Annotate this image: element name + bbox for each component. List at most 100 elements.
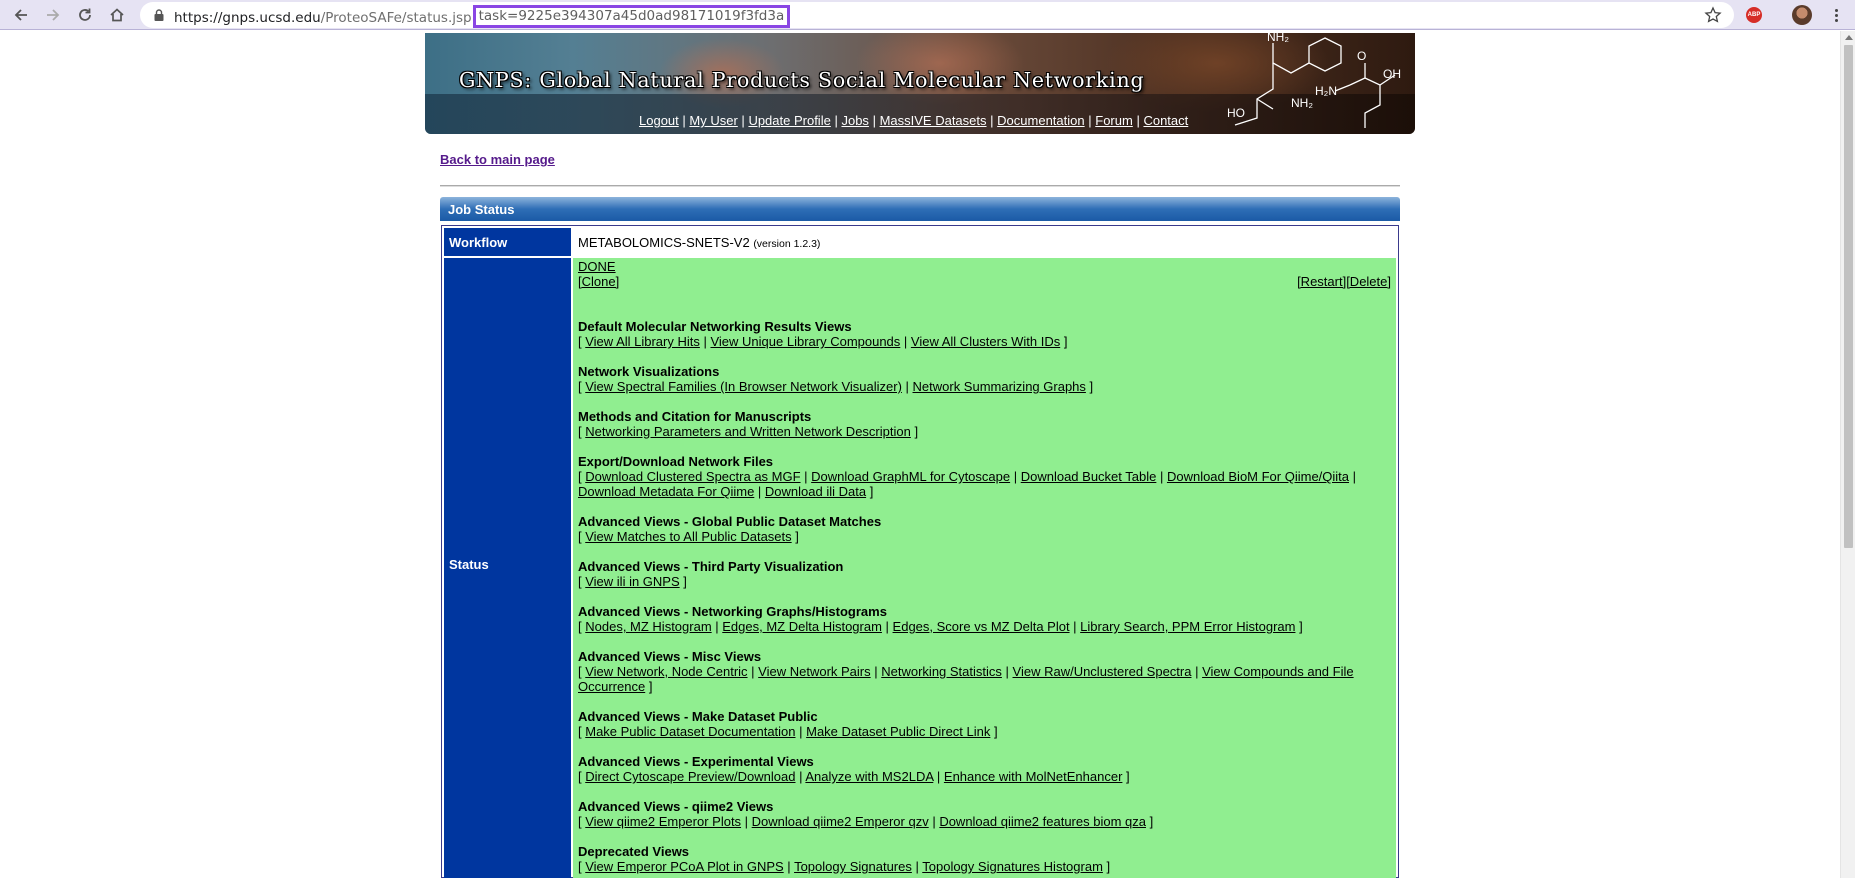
- result-group-title: Advanced Views - Make Dataset Public: [578, 709, 818, 724]
- status-value: DONE [Clone] [Restart][Delete] Default M…: [573, 258, 1396, 878]
- home-icon[interactable]: [105, 3, 129, 27]
- result-group: Methods and Citation for Manuscripts[ Ne…: [578, 409, 1390, 439]
- result-group-links: [ View ili in GNPS ]: [578, 574, 687, 589]
- result-group-links: [ Nodes, MZ Histogram | Edges, MZ Delta …: [578, 619, 1303, 634]
- result-view-link[interactable]: Topology Signatures: [794, 859, 912, 874]
- result-view-link[interactable]: Topology Signatures Histogram: [922, 859, 1103, 874]
- result-view-link[interactable]: Edges, Score vs MZ Delta Plot: [893, 619, 1070, 634]
- result-view-link[interactable]: Network Summarizing Graphs: [913, 379, 1086, 394]
- result-view-link[interactable]: View Raw/Unclustered Spectra: [1013, 664, 1192, 679]
- result-view-link[interactable]: View Network Pairs: [758, 664, 870, 679]
- result-view-link[interactable]: Make Dataset Public Direct Link: [806, 724, 990, 739]
- result-view-link[interactable]: Download Metadata For Qiime: [578, 484, 754, 499]
- workflow-value: METABOLOMICS-SNETS-V2 (version 1.2.3): [573, 228, 1396, 256]
- clone-button[interactable]: [Clone]: [578, 274, 619, 289]
- result-view-link[interactable]: Nodes, MZ Histogram: [585, 619, 711, 634]
- star-icon[interactable]: [1704, 6, 1722, 27]
- result-group-links: [ View Network, Node Centric | View Netw…: [578, 664, 1354, 694]
- nav-jobs[interactable]: Jobs: [841, 113, 868, 128]
- result-group-title: Deprecated Views: [578, 844, 690, 859]
- workflow-name: METABOLOMICS-SNETS-V2: [578, 235, 750, 250]
- back-icon[interactable]: [9, 3, 33, 27]
- status-label: Status: [444, 258, 571, 878]
- gnps-banner: NH₂ NH₂ HO H₂N O OH GNPS: Global Natural…: [425, 33, 1415, 134]
- result-group-links: [ Make Public Dataset Documentation | Ma…: [578, 724, 998, 739]
- nav-my-user[interactable]: My User: [689, 113, 737, 128]
- profile-avatar[interactable]: [1792, 5, 1812, 25]
- result-view-link[interactable]: Make Public Dataset Documentation: [585, 724, 795, 739]
- reload-icon[interactable]: [73, 3, 97, 27]
- workflow-label: Workflow: [444, 228, 571, 256]
- forward-icon[interactable]: [41, 3, 65, 27]
- restart-button[interactable]: [Restart]: [1297, 274, 1346, 289]
- address-bar[interactable]: https://gnps.ucsd.edu/ProteoSAFe/status.…: [140, 2, 1734, 28]
- result-group-links: [ View Emperor PCoA Plot in GNPS | Topol…: [578, 859, 1111, 874]
- nav-update-profile[interactable]: Update Profile: [748, 113, 830, 128]
- result-group-title: Advanced Views - Misc Views: [578, 649, 762, 664]
- result-group: Deprecated Views[ View Emperor PCoA Plot…: [578, 844, 1390, 874]
- result-group: Advanced Views - Experimental Views[ Dir…: [578, 754, 1390, 784]
- result-view-link[interactable]: Download Bucket Table: [1021, 469, 1157, 484]
- scroll-up-arrow-icon[interactable]: [1845, 35, 1853, 40]
- result-group-links: [ Download Clustered Spectra as MGF | Do…: [578, 469, 1357, 499]
- nav-contact[interactable]: Contact: [1143, 113, 1188, 128]
- result-view-link[interactable]: Edges, MZ Delta Histogram: [722, 619, 882, 634]
- svg-text:H₂N: H₂N: [1315, 84, 1337, 98]
- scroll-thumb[interactable]: [1844, 45, 1853, 548]
- result-group: Advanced Views - Third Party Visualizati…: [578, 559, 1390, 589]
- result-group-title: Methods and Citation for Manuscripts: [578, 409, 812, 424]
- restart-delete-group: [Restart][Delete]: [1297, 274, 1391, 289]
- adblock-extension-icon[interactable]: ABP: [1746, 7, 1762, 23]
- result-view-link[interactable]: Download GraphML for Cytoscape: [811, 469, 1010, 484]
- nav-massive-datasets[interactable]: MassIVE Datasets: [880, 113, 987, 128]
- result-view-link[interactable]: Direct Cytoscape Preview/Download: [585, 769, 795, 784]
- result-view-link[interactable]: View Emperor PCoA Plot in GNPS: [585, 859, 783, 874]
- result-view-link[interactable]: Download Clustered Spectra as MGF: [585, 469, 800, 484]
- result-group: Advanced Views - qiime2 Views[ View qiim…: [578, 799, 1390, 829]
- result-group-title: Network Visualizations: [578, 364, 720, 379]
- result-view-link[interactable]: Analyze with MS2LDA: [805, 769, 933, 784]
- result-view-link[interactable]: Download BioM For Qiime/Qiita: [1167, 469, 1349, 484]
- nav-documentation[interactable]: Documentation: [997, 113, 1084, 128]
- page-scrollbar[interactable]: [1840, 31, 1855, 878]
- result-view-link[interactable]: View Network, Node Centric: [585, 664, 747, 679]
- result-group-title: Advanced Views - Networking Graphs/Histo…: [578, 604, 887, 619]
- svg-text:OH: OH: [1383, 67, 1401, 81]
- result-view-link[interactable]: View ili in GNPS: [585, 574, 679, 589]
- result-group-links: [ View All Library Hits | View Unique Li…: [578, 334, 1068, 349]
- url-path: /ProteoSAFe/status.jsp: [320, 10, 472, 26]
- result-group-links: [ View Spectral Families (In Browser Net…: [578, 379, 1094, 394]
- nav-logout[interactable]: Logout: [639, 113, 679, 128]
- status-done-link[interactable]: DONE: [578, 259, 616, 274]
- result-view-link[interactable]: Networking Statistics: [881, 664, 1002, 679]
- result-view-link[interactable]: Networking Parameters and Written Networ…: [585, 424, 911, 439]
- result-view-link[interactable]: Download ili Data: [765, 484, 866, 499]
- result-view-link[interactable]: Enhance with MolNetEnhancer: [944, 769, 1123, 784]
- result-view-link[interactable]: View All Clusters With IDs: [911, 334, 1060, 349]
- result-view-link[interactable]: Library Search, PPM Error Histogram: [1080, 619, 1295, 634]
- result-view-link[interactable]: View qiime2 Emperor Plots: [585, 814, 741, 829]
- result-view-link[interactable]: View Unique Library Compounds: [710, 334, 900, 349]
- result-view-link[interactable]: View Spectral Families (In Browser Netwo…: [585, 379, 902, 394]
- result-group-title: Default Molecular Networking Results Vie…: [578, 319, 852, 334]
- result-view-link[interactable]: Download qiime2 features biom qza: [939, 814, 1146, 829]
- menu-icon[interactable]: [1826, 4, 1846, 26]
- svg-text:NH₂: NH₂: [1267, 33, 1289, 44]
- result-group: Advanced Views - Misc Views[ View Networ…: [578, 649, 1390, 694]
- svg-text:O: O: [1357, 49, 1366, 63]
- result-group: Network Visualizations[ View Spectral Fa…: [578, 364, 1390, 394]
- svg-text:NH₂: NH₂: [1291, 96, 1313, 110]
- result-view-link[interactable]: View Matches to All Public Datasets: [585, 529, 791, 544]
- result-group-title: Export/Download Network Files: [578, 454, 774, 469]
- url-text[interactable]: https://gnps.ucsd.edu/ProteoSAFe/status.…: [174, 5, 791, 30]
- back-to-main-link[interactable]: Back to main page: [440, 152, 555, 167]
- result-group: Export/Download Network Files[ Download …: [578, 454, 1390, 499]
- svg-text:HO: HO: [1227, 106, 1245, 120]
- delete-button[interactable]: [Delete]: [1346, 274, 1391, 289]
- result-view-link[interactable]: Download qiime2 Emperor qzv: [752, 814, 929, 829]
- url-host: https://gnps.ucsd.edu: [174, 10, 321, 26]
- browser-toolbar: https://gnps.ucsd.edu/ProteoSAFe/status.…: [0, 0, 1855, 30]
- result-view-link[interactable]: View All Library Hits: [585, 334, 700, 349]
- nav-forum[interactable]: Forum: [1095, 113, 1133, 128]
- result-group-links: [ Direct Cytoscape Preview/Download | An…: [578, 769, 1130, 784]
